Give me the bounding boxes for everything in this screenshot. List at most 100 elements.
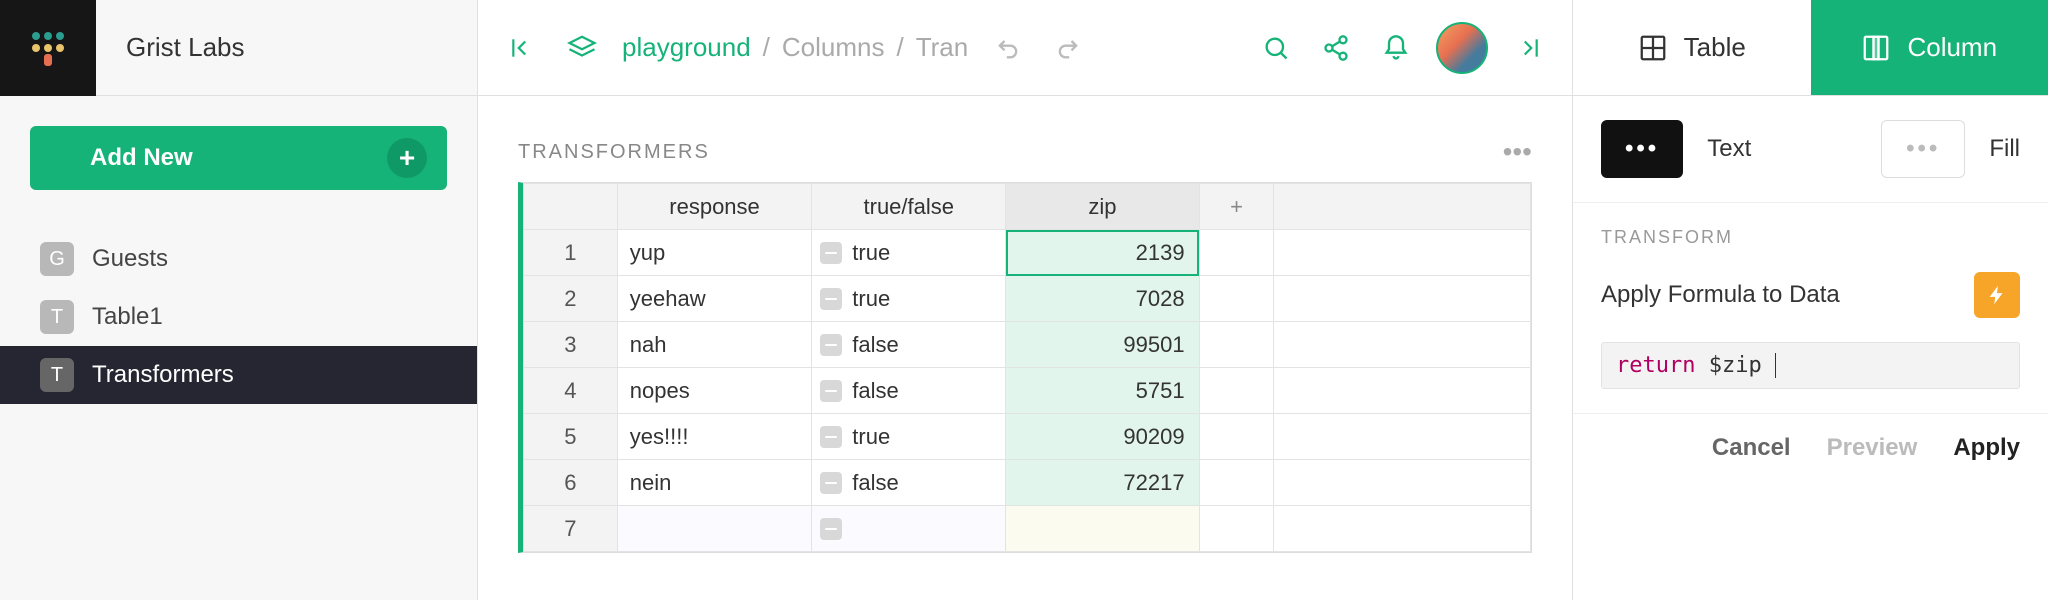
cell-truefalse[interactable] [812, 506, 1006, 552]
cell-zip[interactable]: 90209 [1006, 414, 1199, 460]
col-header-response[interactable]: response [617, 184, 811, 230]
col-header-truefalse[interactable]: true/false [812, 184, 1006, 230]
sidebar-item-label: Guests [92, 245, 168, 273]
share-icon[interactable] [1316, 28, 1356, 68]
tab-table[interactable]: Table [1573, 0, 1811, 95]
breadcrumb: playground / Columns / Tran [622, 32, 968, 63]
table-row[interactable]: 1 yup true 2139 [524, 230, 1531, 276]
type-row: ••• Text ••• Fill [1573, 96, 2048, 203]
col-header-zip[interactable]: zip [1006, 184, 1199, 230]
cell-truefalse[interactable]: true [812, 276, 1006, 322]
type-menu-button[interactable]: ••• [1601, 120, 1683, 178]
section-title: TRANSFORM [1601, 227, 2020, 248]
sidebar-item-label: Table1 [92, 303, 163, 331]
type-label: Text [1707, 120, 1751, 178]
table-title: TRANSFORMERS [518, 141, 710, 164]
table-area: TRANSFORMERS ••• response true/false zip… [478, 96, 1572, 600]
cancel-button[interactable]: Cancel [1712, 434, 1791, 462]
cell-response[interactable]: yes!!!! [617, 414, 811, 460]
bolt-button[interactable] [1974, 272, 2020, 318]
formula-input[interactable]: return $zip [1601, 342, 2020, 389]
redo-icon[interactable] [1048, 28, 1088, 68]
cell-zip[interactable]: 7028 [1006, 276, 1199, 322]
cell-zip[interactable]: 99501 [1006, 322, 1199, 368]
sidebar-item-transformers[interactable]: T Transformers [0, 346, 477, 404]
sidebar: Grist Labs Add New + G Guests T Table1 T… [0, 0, 478, 600]
apply-button[interactable]: Apply [1953, 434, 2020, 462]
preview-button[interactable]: Preview [1827, 434, 1918, 462]
sidebar-item-guests[interactable]: G Guests [0, 230, 477, 288]
cell-zip[interactable] [1006, 506, 1199, 552]
cell-truefalse[interactable]: false [812, 460, 1006, 506]
toggle-icon [820, 380, 842, 402]
row-num: 2 [524, 276, 618, 322]
row-num: 1 [524, 230, 618, 276]
cell-zip[interactable]: 72217 [1006, 460, 1199, 506]
sidebar-badge: T [40, 358, 74, 392]
cell-zip[interactable]: 5751 [1006, 368, 1199, 414]
search-icon[interactable] [1256, 28, 1296, 68]
table-icon [1638, 33, 1668, 63]
breadcrumb-sep: / [896, 32, 903, 63]
grist-logo-icon [28, 28, 68, 68]
row-num: 4 [524, 368, 618, 414]
table-row[interactable]: 5 yes!!!! true 90209 [524, 414, 1531, 460]
toggle-icon [820, 288, 842, 310]
fill-menu-button[interactable]: ••• [1881, 120, 1965, 178]
cell-truefalse[interactable]: false [812, 322, 1006, 368]
main: playground / Columns / Tran [478, 0, 1572, 600]
breadcrumb-leaf[interactable]: Tran [916, 32, 969, 63]
right-panel: Table Column ••• Text ••• Fill TRANSFORM… [1572, 0, 2048, 600]
avatar[interactable] [1436, 22, 1488, 74]
row-num: 6 [524, 460, 618, 506]
sidebar-header: Grist Labs [0, 0, 477, 96]
sidebar-item-label: Transformers [92, 361, 234, 389]
app-logo[interactable] [0, 0, 96, 96]
table-row[interactable]: 6 nein false 72217 [524, 460, 1531, 506]
toggle-icon [820, 518, 842, 540]
breadcrumb-mid[interactable]: Columns [782, 32, 885, 63]
cell-truefalse[interactable]: true [812, 230, 1006, 276]
row-num: 5 [524, 414, 618, 460]
table-row[interactable]: 2 yeehaw true 7028 [524, 276, 1531, 322]
add-new-label: Add New [90, 144, 193, 172]
cell-zip[interactable]: 2139 [1006, 230, 1199, 276]
transform-actions: Cancel Preview Apply [1573, 414, 2048, 482]
cell-truefalse[interactable]: true [812, 414, 1006, 460]
table-row[interactable]: 3 nah false 99501 [524, 322, 1531, 368]
apply-formula-label: Apply Formula to Data [1601, 281, 1840, 309]
cell-response[interactable]: nein [617, 460, 811, 506]
transform-section: TRANSFORM Apply Formula to Data return $… [1573, 203, 2048, 414]
cell-truefalse[interactable]: false [812, 368, 1006, 414]
cell-response[interactable]: nopes [617, 368, 811, 414]
layers-icon[interactable] [562, 28, 602, 68]
cell-response[interactable]: nah [617, 322, 811, 368]
collapse-right-icon[interactable] [1508, 28, 1548, 68]
add-column-button[interactable]: + [1199, 184, 1274, 230]
collapse-left-icon[interactable] [502, 28, 542, 68]
add-new-button[interactable]: Add New + [30, 126, 447, 190]
row-num: 7 [524, 506, 618, 552]
text-cursor [1762, 353, 1776, 378]
sidebar-nav: G Guests T Table1 T Transformers [0, 230, 477, 404]
col-tail [1274, 184, 1531, 230]
bell-icon[interactable] [1376, 28, 1416, 68]
cell-response[interactable] [617, 506, 811, 552]
table-menu-icon[interactable]: ••• [1503, 136, 1532, 168]
cell-response[interactable]: yup [617, 230, 811, 276]
tab-label: Column [1907, 32, 1997, 63]
table-new-row[interactable]: 7 [524, 506, 1531, 552]
tab-column[interactable]: Column [1811, 0, 2048, 95]
bolt-icon [1986, 284, 2008, 306]
column-icon [1861, 33, 1891, 63]
sidebar-item-table1[interactable]: T Table1 [0, 288, 477, 346]
topbar: playground / Columns / Tran [478, 0, 1572, 96]
toggle-icon [820, 334, 842, 356]
table-row[interactable]: 4 nopes false 5751 [524, 368, 1531, 414]
cell-response[interactable]: yeehaw [617, 276, 811, 322]
breadcrumb-doc[interactable]: playground [622, 32, 751, 63]
org-name[interactable]: Grist Labs [96, 32, 245, 63]
dots-icon: ••• [1625, 135, 1659, 163]
undo-icon[interactable] [988, 28, 1028, 68]
fill-label: Fill [1989, 120, 2020, 178]
